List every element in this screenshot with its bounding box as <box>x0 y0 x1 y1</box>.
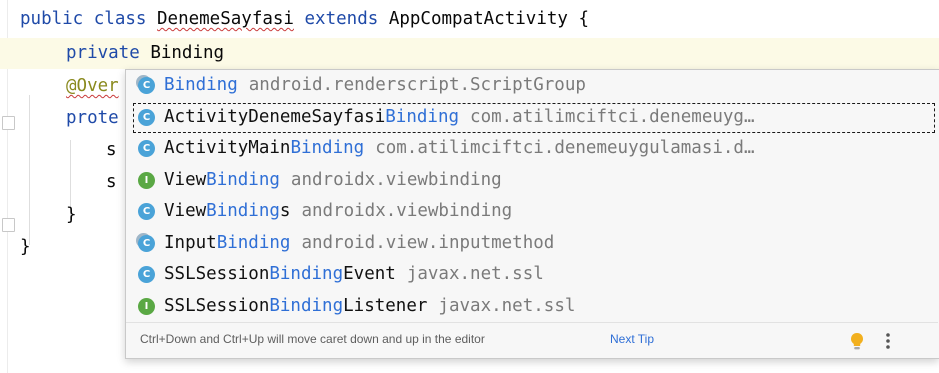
code-editor[interactable]: public class DenemeSayfasi extends AppCo… <box>0 0 939 373</box>
name-match: Binding <box>385 106 460 127</box>
brace: } <box>20 237 31 257</box>
completion-item[interactable]: I ViewBinding androidx.viewbinding <box>126 165 938 195</box>
more-options-icon[interactable] <box>883 331 893 351</box>
name-suffix: Listener <box>343 295 428 316</box>
name-prefix: Input <box>164 232 217 253</box>
completion-item[interactable]: C ViewBindings androidx.viewbinding <box>126 196 938 226</box>
name-match: Binding <box>164 75 238 95</box>
completion-item-name: ViewBinding androidx.viewbinding <box>164 165 502 195</box>
package-name: android.renderscript.ScriptGroup <box>248 75 586 95</box>
completion-item[interactable]: C ActivityMainBinding com.atilimciftci.den… <box>126 133 938 163</box>
parent-class-name: AppCompatActivity <box>388 9 568 29</box>
interface-icon: I <box>138 297 155 315</box>
keyword: prote <box>66 108 119 128</box>
lightbulb-icon[interactable] <box>847 331 867 351</box>
completion-item-name: ActivityDenemeSayfasiBinding com.atilimci… <box>164 102 755 132</box>
name-match: Binding <box>290 138 365 158</box>
package-name: androidx.viewbinding <box>290 169 502 190</box>
completion-item-name: SSLSessionBindingListener javax.net.ssl <box>164 291 575 321</box>
keyword: extends <box>304 9 379 29</box>
fold-marker-icon[interactable] <box>2 116 15 130</box>
code-completion-popup[interactable]: C Binding android.renderscript.ScriptGroup… <box>125 69 939 359</box>
package-name: javax.net.ssl <box>406 264 544 284</box>
package-name: com.atilimciftci.denemeuyg… <box>470 106 755 127</box>
name-prefix: SSLSession <box>164 264 270 284</box>
name-prefix: View <box>164 169 207 190</box>
completion-item-name: SSLSessionBindingEvent javax.net.ssl <box>164 259 544 289</box>
code-line-statement[interactable]: s <box>106 135 117 166</box>
completion-item-name: Binding android.renderscript.ScriptGroup <box>164 70 586 100</box>
class-icon: C <box>138 203 155 220</box>
package-name: com.atilimciftci.denemeuygulamasi.d… <box>375 138 755 158</box>
interface-icon: I <box>138 171 155 189</box>
completion-item[interactable]: C InputBinding android.view.inputmethod <box>126 228 938 258</box>
name-prefix: View <box>164 201 207 221</box>
indent-guide <box>29 95 30 245</box>
code-line-statement[interactable]: s <box>106 167 117 198</box>
completion-item-name: ActivityMainBinding com.atilimciftci.dene… <box>164 133 755 163</box>
footer-hint: Ctrl+Down and Ctrl+Up will move caret do… <box>140 332 485 346</box>
name-prefix: ActivityDenemeSayfasi <box>164 106 386 127</box>
code-line-annotation[interactable]: @Over <box>66 71 119 102</box>
name-suffix: Event <box>343 264 396 284</box>
statement-text: s <box>106 172 117 192</box>
code-line-method[interactable]: prote <box>66 103 119 134</box>
typed-text: Binding <box>150 43 225 63</box>
code-line-class-close[interactable]: } <box>20 232 31 263</box>
code-line-current[interactable]: private Binding <box>0 38 939 69</box>
package-name: javax.net.ssl <box>438 295 576 316</box>
class-icon: C <box>138 108 155 126</box>
package-name: android.view.inputmethod <box>301 232 555 253</box>
code-line-class-declaration[interactable]: public class DenemeSayfasi extends AppCo… <box>20 4 589 35</box>
class-icon: C <box>138 266 155 283</box>
completion-item[interactable]: C Binding android.renderscript.ScriptGroup <box>126 70 938 100</box>
fold-marker-icon[interactable] <box>2 218 15 232</box>
name-match: Binding <box>206 201 280 221</box>
name-match: Binding <box>269 264 344 284</box>
class-icon: C <box>138 140 155 157</box>
name-match: Binding <box>216 232 291 253</box>
class-icon: C <box>138 77 155 94</box>
code-line-method-close[interactable]: } <box>66 200 77 231</box>
name-suffix: s <box>279 201 291 221</box>
completion-item[interactable]: I SSLSessionBindingListener javax.net.ssl <box>126 291 938 321</box>
brace: } <box>66 205 77 225</box>
name-prefix: SSLSession <box>164 295 270 316</box>
completion-item[interactable]: C SSLSessionBindingEvent javax.net.ssl <box>126 259 938 289</box>
keyword: public <box>20 9 84 29</box>
name-match: Binding <box>269 295 344 316</box>
name-prefix: ActivityMain <box>164 138 291 158</box>
completion-footer: Ctrl+Down and Ctrl+Up will move caret do… <box>126 322 938 359</box>
annotation: @Over <box>66 76 119 96</box>
completion-item-name: InputBinding android.view.inputmethod <box>164 228 554 258</box>
statement-text: s <box>106 140 117 160</box>
brace: { <box>578 9 590 29</box>
class-icon: C <box>138 234 155 252</box>
completion-item-name: ViewBindings androidx.viewbinding <box>164 196 512 226</box>
keyword: private <box>66 43 140 63</box>
next-tip-link[interactable]: Next Tip <box>610 332 654 346</box>
name-match: Binding <box>206 169 280 190</box>
completion-item[interactable]: C ActivityDenemeSayfasiBinding com.atilimc… <box>126 102 938 133</box>
package-name: androidx.viewbinding <box>301 201 513 221</box>
class-name: DenemeSayfasi <box>157 9 294 29</box>
keyword: class <box>93 9 147 29</box>
